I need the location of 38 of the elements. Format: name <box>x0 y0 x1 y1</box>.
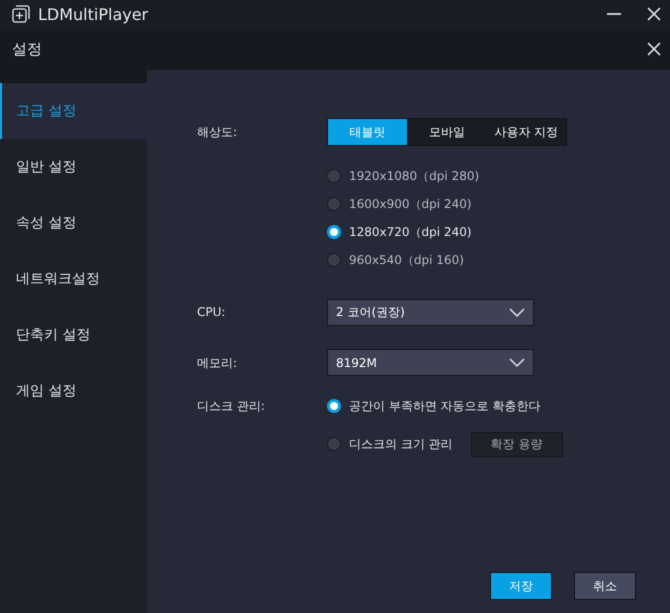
app-logo-icon <box>12 5 30 23</box>
minimize-icon <box>606 13 622 15</box>
memory-dropdown[interactable]: 8192M <box>327 349 534 376</box>
sidebar-item[interactable]: 고급 설정 <box>0 83 147 139</box>
dialog-title: 설정 <box>12 40 43 58</box>
cpu-dropdown[interactable]: 2 코어(권장) <box>327 299 534 326</box>
radio-button[interactable] <box>327 169 341 183</box>
radio-label: 1920x1080（dpi 280) <box>349 168 480 184</box>
radio-button[interactable] <box>327 437 341 451</box>
field-label: 디스크 관리: <box>197 398 266 415</box>
sidebar-item[interactable]: 단축키 설정 <box>0 307 147 363</box>
segment-tab[interactable]: 사용자 지정 <box>486 119 566 145</box>
close-button[interactable] <box>646 6 662 22</box>
radio-button[interactable] <box>327 399 341 413</box>
window-title: LDMultiPlayer <box>38 4 150 24</box>
radio-label: 디스크의 크기 관리 <box>349 436 453 452</box>
chevron-down-icon <box>509 358 525 368</box>
sidebar-item[interactable]: 게임 설정 <box>0 363 147 419</box>
close-icon <box>646 41 662 57</box>
radio-label: 1600x900（dpi 240) <box>349 196 472 212</box>
radio-label: 960x540（dpi 160) <box>349 252 464 268</box>
sidebar-item[interactable]: 네트워크설정 <box>0 251 147 307</box>
close-icon <box>646 6 662 22</box>
field-label: 메모리: <box>197 355 238 372</box>
sidebar-item[interactable]: 일반 설정 <box>0 139 147 195</box>
radio-label: 1280x720（dpi 240) <box>349 224 472 240</box>
sidebar-item[interactable]: 속성 설정 <box>0 195 147 251</box>
radio-label: 공간이 부족하면 자동으로 확충한다 <box>349 398 540 414</box>
expand-capacity-button[interactable]: 확장 용량 <box>470 432 563 456</box>
field-label: 해상도: <box>197 124 238 141</box>
radio-button[interactable] <box>327 225 341 239</box>
segment-tab[interactable]: 모바일 <box>407 119 487 145</box>
radio-button[interactable] <box>327 197 341 211</box>
cancel-button[interactable]: 취소 <box>574 572 636 600</box>
radio-button[interactable] <box>327 253 341 267</box>
chevron-down-icon <box>509 308 525 318</box>
dialog-close-button[interactable] <box>646 41 662 57</box>
field-label: CPU: <box>197 304 226 321</box>
